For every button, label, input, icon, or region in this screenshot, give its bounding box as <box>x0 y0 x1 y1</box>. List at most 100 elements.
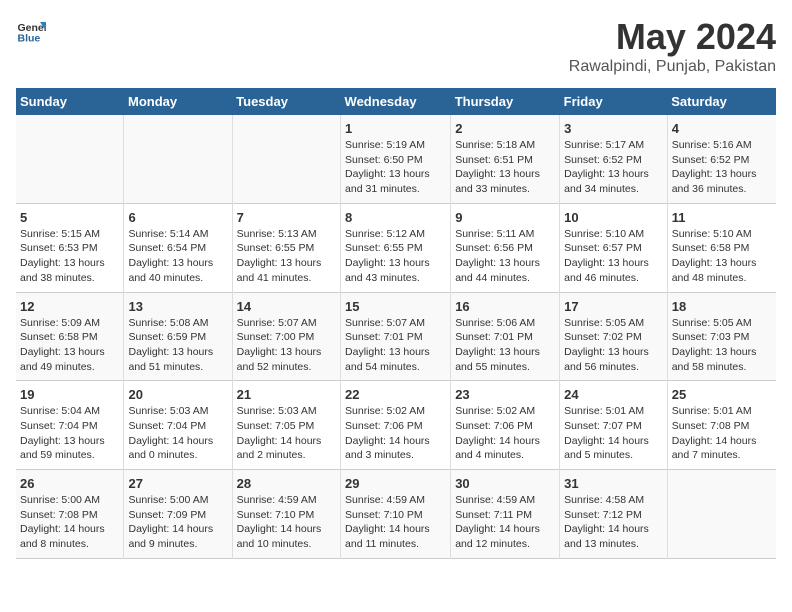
calendar-cell: 18 Sunrise: 5:05 AM Sunset: 7:03 PM Dayli… <box>667 292 776 381</box>
calendar-cell: 16Sunrise: 5:06 AM Sunset: 7:01 PM Dayli… <box>451 292 560 381</box>
calendar-cell: 21 Sunrise: 5:03 AM Sunset: 7:05 PM Dayli… <box>232 381 340 470</box>
main-title: May 2024 <box>569 16 776 58</box>
week-row-3: 12Sunrise: 5:09 AM Sunset: 6:58 PM Dayli… <box>16 292 776 381</box>
day-info: Sunrise: 5:11 AM Sunset: 6:56 PM Dayligh… <box>455 227 555 286</box>
day-number: 31 <box>564 476 663 491</box>
day-header-thursday: Thursday <box>451 88 560 115</box>
day-info: Sunrise: 5:05 AM Sunset: 7:02 PM Dayligh… <box>564 316 663 375</box>
day-number: 22 <box>345 387 446 402</box>
day-info: Sunrise: 4:59 AM Sunset: 7:11 PM Dayligh… <box>455 493 555 552</box>
day-number: 14 <box>237 299 336 314</box>
calendar-cell <box>124 115 232 203</box>
calendar-cell: 5 Sunrise: 5:15 AM Sunset: 6:53 PM Daylig… <box>16 203 124 292</box>
day-info: Sunrise: 5:08 AM Sunset: 6:59 PM Dayligh… <box>128 316 227 375</box>
calendar-cell: 22 Sunrise: 5:02 AM Sunset: 7:06 PM Dayli… <box>341 381 451 470</box>
day-header-wednesday: Wednesday <box>341 88 451 115</box>
day-number: 27 <box>128 476 227 491</box>
day-info: Sunrise: 5:14 AM Sunset: 6:54 PM Dayligh… <box>128 227 227 286</box>
day-info: Sunrise: 5:13 AM Sunset: 6:55 PM Dayligh… <box>237 227 336 286</box>
day-number: 11 <box>672 210 772 225</box>
calendar-cell: 30 Sunrise: 4:59 AM Sunset: 7:11 PM Dayli… <box>451 470 560 559</box>
day-info: Sunrise: 5:00 AM Sunset: 7:09 PM Dayligh… <box>128 493 227 552</box>
subtitle: Rawalpindi, Punjab, Pakistan <box>569 58 776 76</box>
svg-text:Blue: Blue <box>18 33 41 45</box>
day-info: Sunrise: 5:07 AM Sunset: 7:01 PM Dayligh… <box>345 316 446 375</box>
day-info: Sunrise: 5:19 AM Sunset: 6:50 PM Dayligh… <box>345 138 446 197</box>
day-info: Sunrise: 5:03 AM Sunset: 7:05 PM Dayligh… <box>237 404 336 463</box>
day-number: 3 <box>564 121 663 136</box>
day-number: 30 <box>455 476 555 491</box>
day-number: 2 <box>455 121 555 136</box>
day-number: 5 <box>20 210 119 225</box>
week-row-2: 5 Sunrise: 5:15 AM Sunset: 6:53 PM Daylig… <box>16 203 776 292</box>
calendar-cell: 27 Sunrise: 5:00 AM Sunset: 7:09 PM Dayli… <box>124 470 232 559</box>
calendar-cell: 31 Sunrise: 4:58 AM Sunset: 7:12 PM Dayli… <box>560 470 668 559</box>
day-number: 7 <box>237 210 336 225</box>
calendar-cell: 4 Sunrise: 5:16 AM Sunset: 6:52 PM Daylig… <box>667 115 776 203</box>
logo-icon: General Blue <box>16 16 46 46</box>
calendar-cell: 1 Sunrise: 5:19 AM Sunset: 6:50 PM Daylig… <box>341 115 451 203</box>
title-block: May 2024 Rawalpindi, Punjab, Pakistan <box>569 16 776 76</box>
day-number: 28 <box>237 476 336 491</box>
day-info: Sunrise: 5:16 AM Sunset: 6:52 PM Dayligh… <box>672 138 772 197</box>
day-info: Sunrise: 5:15 AM Sunset: 6:53 PM Dayligh… <box>20 227 119 286</box>
day-number: 15 <box>345 299 446 314</box>
day-info: Sunrise: 4:59 AM Sunset: 7:10 PM Dayligh… <box>237 493 336 552</box>
day-info: Sunrise: 5:01 AM Sunset: 7:08 PM Dayligh… <box>672 404 772 463</box>
day-number: 4 <box>672 121 772 136</box>
day-info: Sunrise: 5:05 AM Sunset: 7:03 PM Dayligh… <box>672 316 772 375</box>
calendar-cell: 25 Sunrise: 5:01 AM Sunset: 7:08 PM Dayli… <box>667 381 776 470</box>
day-info: Sunrise: 4:58 AM Sunset: 7:12 PM Dayligh… <box>564 493 663 552</box>
day-number: 18 <box>672 299 772 314</box>
calendar-cell: 8 Sunrise: 5:12 AM Sunset: 6:55 PM Daylig… <box>341 203 451 292</box>
day-info: Sunrise: 5:04 AM Sunset: 7:04 PM Dayligh… <box>20 404 119 463</box>
day-info: Sunrise: 5:02 AM Sunset: 7:06 PM Dayligh… <box>455 404 555 463</box>
day-info: Sunrise: 5:02 AM Sunset: 7:06 PM Dayligh… <box>345 404 446 463</box>
calendar-cell: 7 Sunrise: 5:13 AM Sunset: 6:55 PM Daylig… <box>232 203 340 292</box>
day-info: Sunrise: 5:17 AM Sunset: 6:52 PM Dayligh… <box>564 138 663 197</box>
day-info: Sunrise: 5:01 AM Sunset: 7:07 PM Dayligh… <box>564 404 663 463</box>
day-number: 24 <box>564 387 663 402</box>
day-info: Sunrise: 5:18 AM Sunset: 6:51 PM Dayligh… <box>455 138 555 197</box>
calendar-cell: 3 Sunrise: 5:17 AM Sunset: 6:52 PM Daylig… <box>560 115 668 203</box>
day-info: Sunrise: 5:06 AM Sunset: 7:01 PM Dayligh… <box>455 316 555 375</box>
calendar-table: SundayMondayTuesdayWednesdayThursdayFrid… <box>16 88 776 559</box>
day-number: 8 <box>345 210 446 225</box>
logo: General Blue <box>16 16 46 46</box>
days-header-row: SundayMondayTuesdayWednesdayThursdayFrid… <box>16 88 776 115</box>
week-row-5: 26 Sunrise: 5:00 AM Sunset: 7:08 PM Dayli… <box>16 470 776 559</box>
calendar-cell: 29Sunrise: 4:59 AM Sunset: 7:10 PM Dayli… <box>341 470 451 559</box>
week-row-1: 1 Sunrise: 5:19 AM Sunset: 6:50 PM Daylig… <box>16 115 776 203</box>
calendar-cell: 9 Sunrise: 5:11 AM Sunset: 6:56 PM Daylig… <box>451 203 560 292</box>
page-header: General Blue May 2024 Rawalpindi, Punjab… <box>16 16 776 76</box>
calendar-cell: 20 Sunrise: 5:03 AM Sunset: 7:04 PM Dayli… <box>124 381 232 470</box>
calendar-cell: 13Sunrise: 5:08 AM Sunset: 6:59 PM Dayli… <box>124 292 232 381</box>
calendar-cell: 2 Sunrise: 5:18 AM Sunset: 6:51 PM Daylig… <box>451 115 560 203</box>
calendar-cell: 23Sunrise: 5:02 AM Sunset: 7:06 PM Dayli… <box>451 381 560 470</box>
day-info: Sunrise: 5:12 AM Sunset: 6:55 PM Dayligh… <box>345 227 446 286</box>
calendar-cell: 10Sunrise: 5:10 AM Sunset: 6:57 PM Dayli… <box>560 203 668 292</box>
calendar-cell: 14Sunrise: 5:07 AM Sunset: 7:00 PM Dayli… <box>232 292 340 381</box>
calendar-cell <box>16 115 124 203</box>
day-number: 25 <box>672 387 772 402</box>
calendar-cell: 11Sunrise: 5:10 AM Sunset: 6:58 PM Dayli… <box>667 203 776 292</box>
day-number: 20 <box>128 387 227 402</box>
day-number: 10 <box>564 210 663 225</box>
day-number: 12 <box>20 299 119 314</box>
day-header-sunday: Sunday <box>16 88 124 115</box>
day-number: 21 <box>237 387 336 402</box>
day-header-monday: Monday <box>124 88 232 115</box>
calendar-cell: 17Sunrise: 5:05 AM Sunset: 7:02 PM Dayli… <box>560 292 668 381</box>
week-row-4: 19 Sunrise: 5:04 AM Sunset: 7:04 PM Dayli… <box>16 381 776 470</box>
day-number: 26 <box>20 476 119 491</box>
day-info: Sunrise: 5:03 AM Sunset: 7:04 PM Dayligh… <box>128 404 227 463</box>
calendar-cell: 15 Sunrise: 5:07 AM Sunset: 7:01 PM Dayli… <box>341 292 451 381</box>
day-number: 1 <box>345 121 446 136</box>
calendar-cell: 26 Sunrise: 5:00 AM Sunset: 7:08 PM Dayli… <box>16 470 124 559</box>
day-number: 6 <box>128 210 227 225</box>
calendar-cell <box>232 115 340 203</box>
day-number: 9 <box>455 210 555 225</box>
calendar-cell: 12Sunrise: 5:09 AM Sunset: 6:58 PM Dayli… <box>16 292 124 381</box>
day-number: 19 <box>20 387 119 402</box>
day-info: Sunrise: 5:00 AM Sunset: 7:08 PM Dayligh… <box>20 493 119 552</box>
